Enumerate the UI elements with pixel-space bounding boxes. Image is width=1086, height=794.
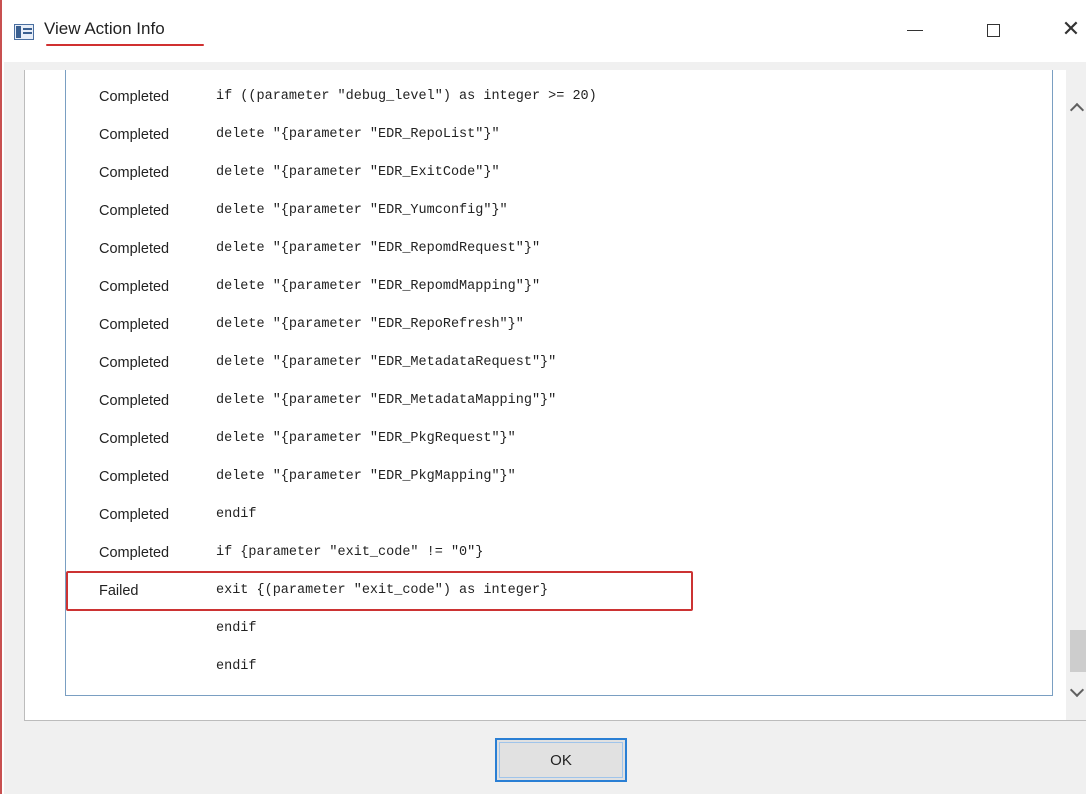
row-status: Completed (99, 355, 170, 371)
row-command: delete "{parameter "EDR_RepoList"}" (216, 127, 500, 142)
row-status: Completed (99, 89, 170, 105)
row-status: Failed (99, 583, 139, 599)
row-command: delete "{parameter "EDR_PkgMapping"}" (216, 469, 516, 484)
scroll-thumb[interactable] (1070, 630, 1086, 672)
row-status: Completed (99, 393, 170, 409)
row-command: delete "{parameter "EDR_RepomdRequest"}" (216, 241, 541, 256)
table-row[interactable]: Completed delete "{parameter "EDR_RepomdM… (66, 268, 1052, 306)
vertical-scrollbar[interactable] (1066, 70, 1086, 720)
minimize-icon (907, 29, 923, 31)
row-status: Completed (99, 431, 170, 447)
table-row[interactable]: endif (66, 648, 1052, 686)
row-command: endif (216, 659, 257, 674)
footer-divider (24, 720, 1086, 721)
close-icon: ✕ (1061, 17, 1081, 42)
row-command: if {parameter "exit_code" != "0"} (216, 545, 484, 560)
table-row[interactable]: Completed delete "{parameter "EDR_RepoLis… (66, 116, 1052, 154)
row-command: delete "{parameter "EDR_RepomdMapping"}" (216, 279, 541, 294)
row-command: delete "{parameter "EDR_ExitCode"}" (216, 165, 500, 180)
table-row[interactable]: Completed delete "{parameter "EDR_Yumconf… (66, 192, 1052, 230)
chevron-down-icon (1069, 682, 1085, 698)
row-command: delete "{parameter "EDR_MetadataRequest"… (216, 355, 557, 370)
table-row[interactable]: Completed delete "{parameter "EDR_PkgRequ… (66, 420, 1052, 458)
table-row[interactable]: Completed delete "{parameter "EDR_Metadat… (66, 344, 1052, 382)
minimize-button[interactable] (892, 10, 938, 50)
window-title: View Action Info (44, 19, 165, 38)
row-status: Completed (99, 469, 170, 485)
row-status: Completed (99, 203, 170, 219)
scroll-down-button[interactable] (1066, 678, 1086, 708)
maximize-icon (986, 23, 1000, 37)
table-row[interactable]: Completed delete "{parameter "EDR_Metadat… (66, 382, 1052, 420)
row-command: delete "{parameter "EDR_PkgRequest"}" (216, 431, 516, 446)
chevron-up-icon (1069, 102, 1085, 118)
row-status: Completed (99, 165, 170, 181)
row-status: Completed (99, 279, 170, 295)
row-command: if ((parameter "debug_level") as integer… (216, 89, 597, 104)
row-command: delete "{parameter "EDR_Yumconfig"}" (216, 203, 508, 218)
row-status: Completed (99, 507, 170, 523)
row-status: Completed (99, 127, 170, 143)
row-status: Completed (99, 241, 170, 257)
row-command: endif (216, 621, 257, 636)
dialog-client-area: Completed if ((parameter "debug_level") a… (4, 62, 1086, 794)
table-row[interactable]: Completed delete "{parameter "EDR_PkgMapp… (66, 458, 1052, 496)
table-row[interactable]: Completed endif (66, 496, 1052, 534)
table-row[interactable]: Completed if ((parameter "debug_level") a… (66, 78, 1052, 116)
row-status: Completed (99, 545, 170, 561)
view-action-info-window: View Action Info ✕ Completed if ((paramet… (0, 0, 1086, 794)
row-command: delete "{parameter "EDR_RepoRefresh"}" (216, 317, 524, 332)
maximize-button[interactable] (970, 10, 1016, 50)
table-row[interactable]: Completed delete "{parameter "EDR_RepomdR… (66, 230, 1052, 268)
table-row[interactable]: endif (66, 610, 1052, 648)
action-list[interactable]: Completed if ((parameter "debug_level") a… (65, 70, 1053, 696)
row-command: endif (216, 507, 257, 522)
content-panel: Completed if ((parameter "debug_level") a… (24, 70, 1067, 720)
table-row[interactable]: Completed delete "{parameter "EDR_ExitCod… (66, 154, 1052, 192)
row-status: Completed (99, 317, 170, 333)
row-command: delete "{parameter "EDR_MetadataMapping"… (216, 393, 557, 408)
app-window-icon (14, 24, 34, 40)
table-row[interactable]: Failed exit {(parameter "exit_code") as i… (66, 572, 1052, 610)
title-bar[interactable]: View Action Info ✕ (2, 0, 1086, 62)
ok-button[interactable]: OK (495, 738, 627, 782)
scroll-up-button[interactable] (1066, 92, 1086, 122)
table-row[interactable]: Completed delete "{parameter "EDR_RepoRef… (66, 306, 1052, 344)
close-button[interactable]: ✕ (1048, 10, 1086, 50)
row-command: exit {(parameter "exit_code") as integer… (216, 583, 549, 598)
title-annotation-underline (46, 44, 204, 46)
table-row[interactable]: Completed if {parameter "exit_code" != "0… (66, 534, 1052, 572)
